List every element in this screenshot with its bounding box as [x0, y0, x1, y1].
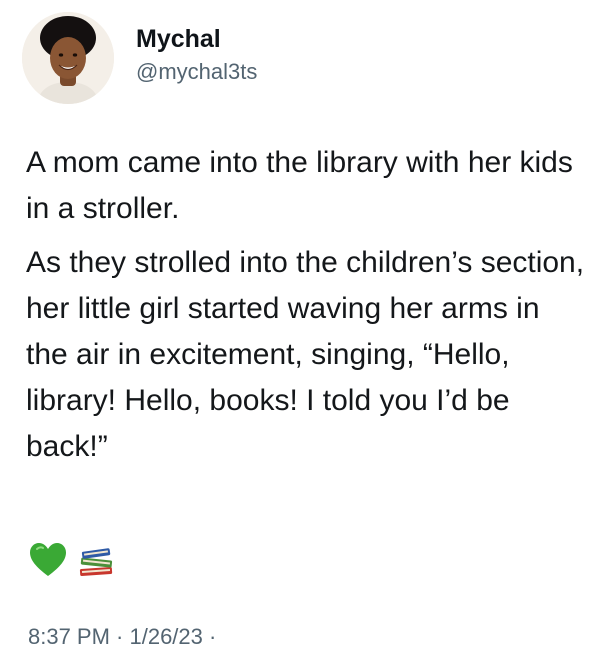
tweet-header: Mychal @mychal3ts [22, 12, 257, 104]
display-name[interactable]: Mychal [136, 23, 257, 55]
tweet-paragraph-2: As they strolled into the children’s sec… [26, 246, 585, 463]
avatar[interactable] [22, 12, 114, 104]
tweet-paragraph-1: A mom came into the library with her kid… [26, 146, 573, 225]
tweet-timestamp[interactable]: 8:37 PM · 1/26/23 · [28, 624, 216, 650]
user-handle[interactable]: @mychal3ts [136, 57, 257, 87]
tweet-text: A mom came into the library with her kid… [26, 140, 586, 470]
books-icon [76, 540, 116, 580]
author-names: Mychal @mychal3ts [136, 23, 257, 87]
tweet-card: Mychal @mychal3ts A mom came into the li… [0, 0, 600, 666]
emoji-row [28, 540, 124, 580]
avatar-image [22, 12, 114, 104]
green-heart-icon [28, 540, 68, 580]
